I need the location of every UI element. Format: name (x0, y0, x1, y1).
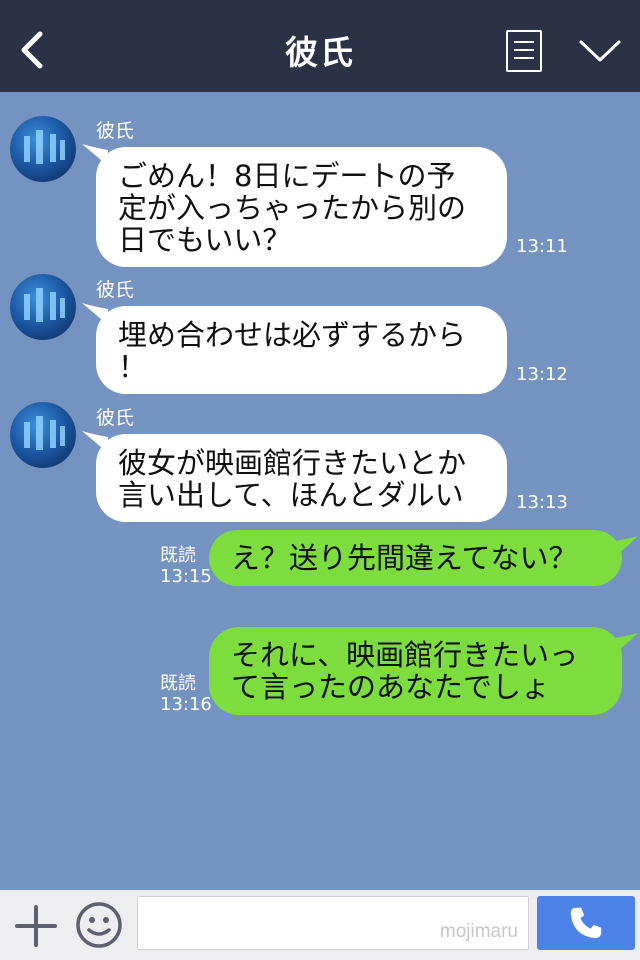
input-bar: mojimaru (0, 890, 640, 960)
message-text: 日でもいい？ (118, 223, 292, 257)
message-bubble[interactable]: 埋め合わせは必ずするから ！ (96, 306, 507, 394)
message-text: え？送り先間違えてない？ (231, 541, 578, 575)
sender-name: 彼氏 (96, 120, 135, 142)
read-label: 既読 (160, 673, 196, 694)
message-text: それに、映画館行きたいっ (231, 638, 579, 672)
plus-icon[interactable] (14, 904, 58, 948)
read-receipt: 既読 13:15 (160, 545, 212, 587)
message-input[interactable]: mojimaru (137, 896, 529, 950)
message-time: 13:13 (516, 492, 568, 513)
message-bubble[interactable]: それに、映画館行きたいっ て言ったのあなたでしょ (209, 627, 622, 715)
avatar[interactable] (10, 402, 76, 468)
message-time: 13:16 (160, 694, 212, 715)
message-text: 言い出して、ほんとダルい (118, 478, 464, 512)
chevron-down-icon[interactable] (578, 38, 622, 66)
avatar[interactable] (10, 116, 76, 182)
call-button[interactable] (537, 896, 635, 950)
input-placeholder: mojimaru (439, 921, 518, 942)
bubble-tail (608, 536, 638, 558)
message-text: 彼女が映画館行きたいとか (118, 446, 467, 480)
sender-name: 彼氏 (96, 407, 135, 429)
message-text: て言ったのあなたでしょ (231, 670, 551, 704)
message-bubble[interactable]: ごめん！8日にデートの予 定が入っちゃったから別の 日でもいい？ (96, 147, 507, 267)
message-text: ！ (118, 350, 148, 384)
sender-name: 彼氏 (96, 279, 135, 301)
chat-header: 彼氏 (0, 0, 640, 92)
phone-icon (570, 907, 602, 939)
message-text: 埋め合わせは必ずするから (118, 318, 467, 352)
message-list[interactable]: 彼氏 ごめん！8日にデートの予 定が入っちゃったから別の 日でもいい？ 13:1… (0, 92, 640, 890)
message-bubble[interactable]: 彼女が映画館行きたいとか 言い出して、ほんとダルい (96, 434, 507, 522)
message-text: 定が入っちゃったから別の (118, 191, 467, 225)
message-time: 13:11 (516, 236, 568, 257)
read-receipt: 既読 13:16 (160, 673, 212, 715)
avatar[interactable] (10, 274, 76, 340)
message-time: 13:15 (160, 566, 212, 587)
chat-title: 彼氏 (285, 33, 355, 72)
list-icon[interactable] (506, 30, 542, 72)
read-label: 既読 (160, 545, 196, 566)
message-bubble[interactable]: え？送り先間違えてない？ (209, 530, 622, 586)
message-text: ごめん！8日にデートの予 (118, 159, 456, 193)
bubble-tail (608, 633, 638, 655)
smile-icon[interactable] (74, 900, 124, 950)
message-time: 13:12 (516, 364, 568, 385)
